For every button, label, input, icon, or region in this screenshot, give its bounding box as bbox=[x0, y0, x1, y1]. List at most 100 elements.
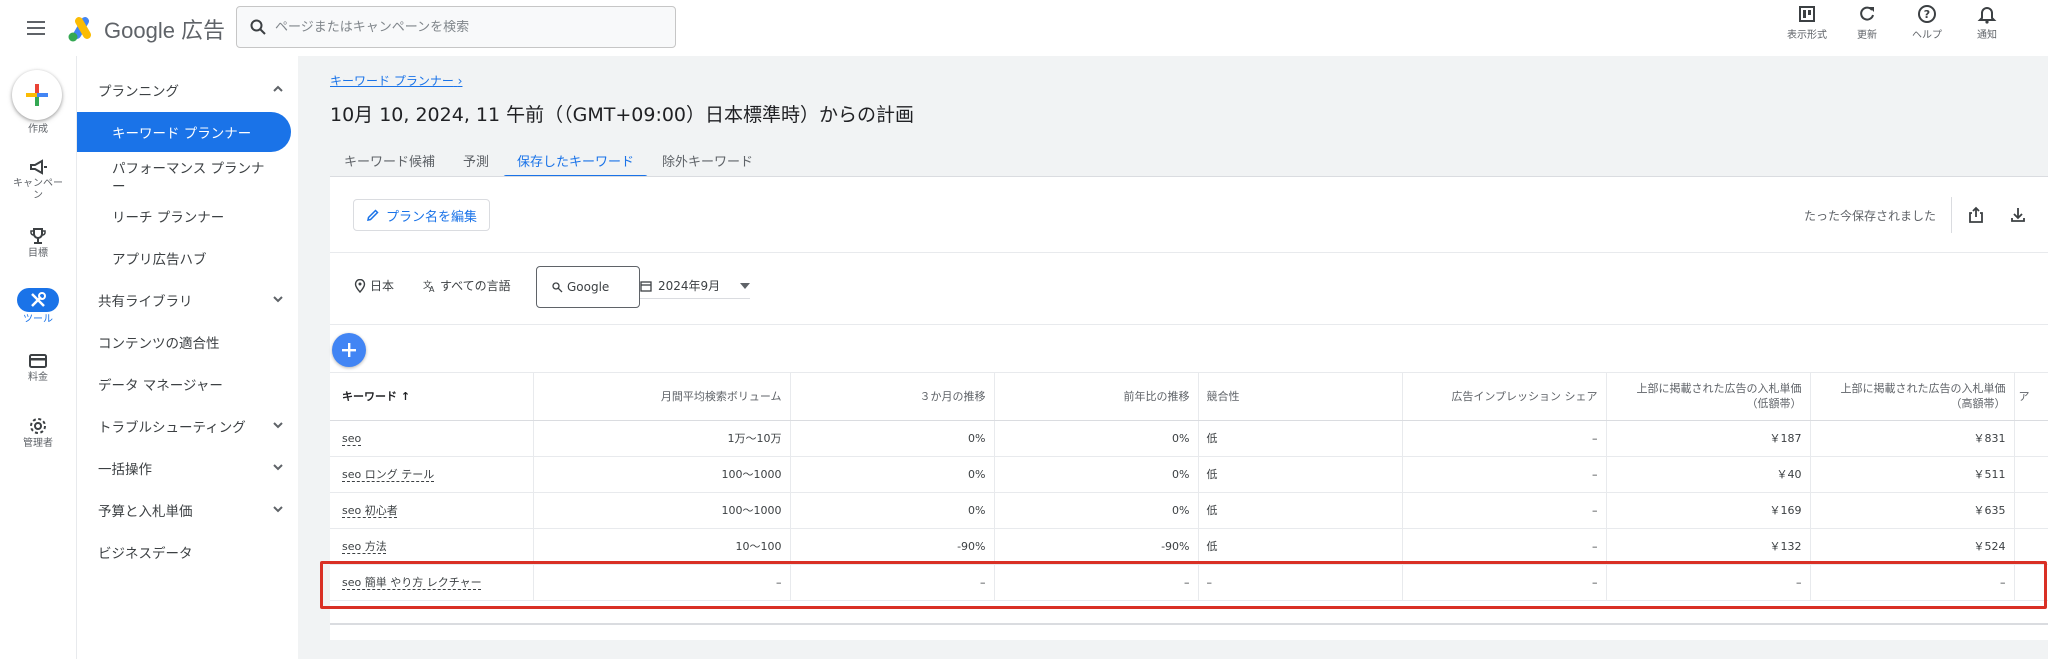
keyword-link[interactable]: seo 初心者 bbox=[342, 504, 398, 517]
nav-budgets-bidding-label: 予算と入札単価 bbox=[98, 504, 193, 520]
keyword-link[interactable]: seo bbox=[342, 432, 361, 445]
refresh-label: 更新 bbox=[1857, 30, 1877, 41]
help-label: ヘルプ bbox=[1912, 30, 1942, 41]
tab-forecast[interactable]: 予測 bbox=[449, 142, 503, 178]
table-row[interactable]: seo 初心者 100～1000 0% 0% 低 – ￥169 ￥635 bbox=[330, 492, 2048, 529]
sort-ascending-icon[interactable]: ↑ bbox=[401, 390, 410, 403]
header-monthly-volume[interactable]: 月間平均検索ボリューム bbox=[533, 373, 791, 421]
secondary-nav: プランニング キーワード プランナー パフォーマンス プランナ ー リーチ プラ… bbox=[76, 56, 298, 659]
dropdown-arrow-icon bbox=[740, 282, 750, 289]
nav-performance-planner[interactable]: パフォーマンス プランナ ー bbox=[77, 156, 299, 200]
nav-troubleshooting[interactable]: トラブルシューティング bbox=[77, 406, 299, 446]
nav-budgets-bidding[interactable]: 予算と入札単価 bbox=[77, 490, 299, 530]
nav-planning-label: プランニング bbox=[98, 84, 179, 100]
refresh-button[interactable]: 更新 bbox=[1846, 4, 1888, 41]
left-rail: 作成 キャンペーン 目標 ツール 料金 管理者 bbox=[0, 56, 76, 659]
top-actions: 表示形式 更新 ? ヘルプ 通知 bbox=[1786, 4, 2008, 41]
header-keyword-label: キーワード bbox=[342, 389, 397, 403]
truncated-cell bbox=[2014, 528, 2048, 565]
menu-icon[interactable] bbox=[22, 14, 50, 42]
nav-bulk-actions[interactable]: 一括操作 bbox=[77, 448, 299, 488]
header-bid-high[interactable]: 上部に掲載された広告の入札単価 （高額帯） bbox=[1810, 373, 2015, 421]
header-impression-share[interactable]: 広告インプレッション シェア bbox=[1402, 373, 1607, 421]
nav-business-data[interactable]: ビジネスデータ bbox=[77, 532, 299, 572]
nav-shared-library[interactable]: 共有ライブラリ bbox=[77, 280, 299, 320]
header-keyword[interactable]: キーワード ↑ bbox=[330, 373, 534, 421]
header-three-month-change[interactable]: ３か月の推移 bbox=[790, 373, 995, 421]
keyword-link[interactable]: seo 方法 bbox=[342, 540, 387, 553]
rail-campaign[interactable]: キャンペーン bbox=[0, 158, 76, 202]
nav-business-data-label: ビジネスデータ bbox=[98, 546, 193, 562]
download-icon bbox=[2011, 208, 2025, 222]
location-filter[interactable]: 日本 bbox=[354, 277, 394, 294]
nav-keyword-planner[interactable]: キーワード プランナー bbox=[77, 112, 291, 152]
competition-cell: 低 bbox=[1198, 456, 1403, 493]
rail-admin[interactable]: 管理者 bbox=[0, 416, 76, 450]
nav-bulk-actions-label: 一括操作 bbox=[98, 462, 152, 478]
table-row[interactable]: seo 方法 10～100 -90% -90% 低 – ￥132 ￥524 bbox=[330, 528, 2048, 565]
network-filter[interactable]: Google bbox=[536, 266, 640, 308]
google-ads-logo[interactable]: Google 広告 bbox=[68, 13, 225, 45]
nav-data-manager[interactable]: データ マネージャー bbox=[77, 364, 299, 404]
rail-goals-label: 目標 bbox=[28, 248, 48, 259]
share-button[interactable] bbox=[1962, 201, 1990, 229]
download-button[interactable] bbox=[2004, 201, 2032, 229]
filter-bar: 日本 文A すべての言語 Google 2024年9月 bbox=[330, 253, 2048, 325]
search-input[interactable] bbox=[275, 19, 655, 35]
header-yoy-change[interactable]: 前年比の推移 bbox=[994, 373, 1199, 421]
nav-shared-library-label: 共有ライブラリ bbox=[98, 294, 193, 310]
chevron-right-icon: › bbox=[457, 74, 463, 88]
tab-negative-keywords[interactable]: 除外キーワード bbox=[648, 142, 767, 178]
table-row[interactable]: seo 1万～10万 0% 0% 低 – ￥187 ￥831 bbox=[330, 420, 2048, 457]
bid-low-cell: ￥169 bbox=[1606, 492, 1811, 529]
breadcrumb[interactable]: キーワード プランナー › bbox=[330, 72, 462, 89]
nav-keyword-planner-label: キーワード プランナー bbox=[112, 126, 252, 142]
header-truncated[interactable]: ア bbox=[2014, 373, 2048, 421]
keyword-cell: seo bbox=[330, 420, 534, 457]
rail-create[interactable]: 作成 bbox=[0, 122, 76, 136]
keyword-link[interactable]: seo 簡単 やり方 レクチャー bbox=[342, 576, 482, 589]
breadcrumb-keyword-planner[interactable]: キーワード プランナー bbox=[330, 74, 454, 88]
refresh-icon bbox=[1860, 6, 1874, 21]
svg-text:?: ? bbox=[1924, 8, 1930, 21]
bid-high-cell: ￥524 bbox=[1810, 528, 2015, 565]
header-bid-low[interactable]: 上部に掲載された広告の入札単価 （低額帯） bbox=[1606, 373, 1811, 421]
help-button[interactable]: ? ヘルプ bbox=[1906, 4, 1948, 41]
search-box[interactable] bbox=[236, 6, 676, 48]
competition-cell: 低 bbox=[1198, 492, 1403, 529]
table-row[interactable]: seo ロング テール 100～1000 0% 0% 低 – ￥40 ￥511 bbox=[330, 456, 2048, 493]
keyword-cell: seo 初心者 bbox=[330, 492, 534, 529]
rail-goals[interactable]: 目標 bbox=[0, 226, 76, 260]
view-format-button[interactable]: 表示形式 bbox=[1786, 4, 1828, 41]
tab-saved-keywords[interactable]: 保存したキーワード bbox=[503, 142, 649, 178]
keyword-link[interactable]: seo ロング テール bbox=[342, 468, 434, 481]
yoy-cell: – bbox=[994, 564, 1199, 601]
add-keyword-button[interactable] bbox=[332, 333, 366, 367]
volume-cell: 10～100 bbox=[533, 528, 791, 565]
nav-app-ads-hub[interactable]: アプリ広告ハブ bbox=[77, 238, 299, 278]
rail-tools[interactable]: ツール bbox=[0, 288, 76, 326]
header-competition[interactable]: 競合性 bbox=[1198, 373, 1403, 421]
location-filter-label: 日本 bbox=[370, 279, 395, 293]
table-header-row: キーワード ↑ 月間平均検索ボリューム ３か月の推移 前年比の推移 競合性 広告… bbox=[330, 373, 2048, 421]
nav-content-suitability[interactable]: コンテンツの適合性 bbox=[77, 322, 299, 362]
plus-icon bbox=[342, 343, 356, 357]
table-row[interactable]: seo 簡単 やり方 レクチャー – – – – – – – bbox=[330, 564, 2048, 601]
page-title: 10月 10, 2024, 11 午前（（GMT+09:00）日本標準時）からの… bbox=[330, 104, 915, 126]
language-filter[interactable]: 文A すべての言語 bbox=[422, 277, 511, 294]
nav-planning[interactable]: プランニング bbox=[77, 70, 299, 110]
tab-keyword-ideas[interactable]: キーワード候補 bbox=[330, 142, 449, 178]
create-button[interactable] bbox=[12, 70, 62, 120]
saved-keywords-panel: プラン名を編集 たった今保存されました 日本 文A すべての言語 Google … bbox=[330, 176, 2048, 640]
svg-text:A: A bbox=[429, 285, 435, 293]
tab-bar: キーワード候補 予測 保存したキーワード 除外キーワード bbox=[330, 142, 767, 178]
date-range-filter[interactable]: 2024年9月 bbox=[640, 277, 750, 299]
three-month-cell: 0% bbox=[790, 420, 995, 457]
bid-high-cell: ￥635 bbox=[1810, 492, 2015, 529]
competition-cell: 低 bbox=[1198, 420, 1403, 457]
nav-reach-planner[interactable]: リーチ プランナー bbox=[77, 196, 299, 236]
edit-plan-name-button[interactable]: プラン名を編集 bbox=[353, 199, 491, 231]
location-pin-icon bbox=[354, 278, 366, 293]
rail-billing[interactable]: 料金 bbox=[0, 352, 76, 384]
notifications-button[interactable]: 通知 bbox=[1966, 4, 2008, 41]
